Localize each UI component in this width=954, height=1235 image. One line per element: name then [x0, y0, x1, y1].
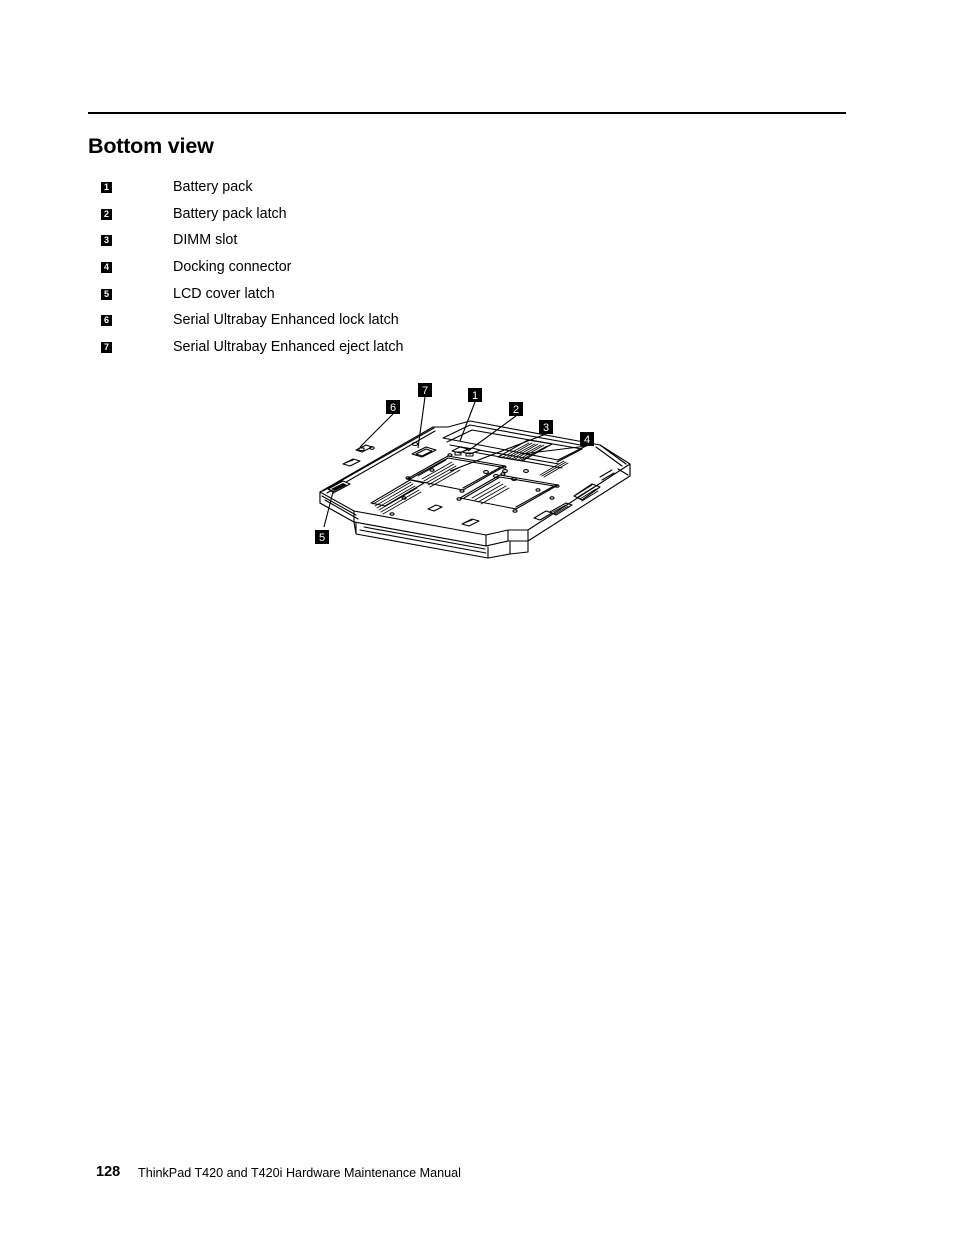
callout-badge-5: 5: [101, 288, 112, 300]
figure-callout-number: 4: [584, 434, 590, 446]
legend-item-label: Battery pack latch: [173, 205, 287, 222]
figure-callout-4: 4: [580, 432, 594, 446]
bottom-view-figure: 7 1 6 2 3 4 5: [300, 372, 650, 612]
list-item: 3 DIMM slot: [101, 232, 661, 261]
list-item: 6 Serial Ultrabay Enhanced lock latch: [101, 312, 661, 341]
figure-callout-3: 3: [539, 420, 553, 434]
legend-item-label: Battery pack: [173, 179, 253, 195]
list-item: 4 Docking connector: [101, 259, 661, 288]
list-item: 5 LCD cover latch: [101, 285, 661, 315]
list-item: 2 Battery pack latch: [101, 205, 661, 235]
figure-callout-5: 5: [315, 530, 329, 544]
legend-item-label: Serial Ultrabay Enhanced eject latch: [173, 339, 404, 356]
callout-badge-3: 3: [101, 235, 112, 247]
figure-callout-7: 7: [418, 383, 432, 397]
legend-item-label: Serial Ultrabay Enhanced lock latch: [173, 312, 399, 329]
callout-badge-1: 1: [101, 182, 112, 193]
legend-list: 1 Battery pack 2 Battery pack latch 3 DI…: [101, 179, 661, 368]
callout-badge-6: 6: [101, 315, 112, 327]
callout-badge-7: 7: [101, 342, 112, 354]
header-rule: [88, 112, 846, 114]
figure-callout-1: 1: [468, 388, 482, 402]
footer-manual-title: ThinkPad T420 and T420i Hardware Mainten…: [138, 1166, 461, 1180]
manual-page: Bottom view 1 Battery pack 2 Battery pac…: [0, 0, 954, 1235]
legend-item-label: Docking connector: [173, 259, 292, 276]
callout-badge-2: 2: [101, 208, 112, 220]
figure-callout-number: 1: [472, 390, 478, 402]
figure-callout-number: 7: [422, 385, 428, 397]
figure-callout-number: 2: [513, 404, 519, 416]
figure-callout-number: 6: [390, 402, 396, 414]
callout-badge-4: 4: [101, 262, 112, 274]
figure-callout-number: 5: [319, 532, 325, 544]
figure-callout-2: 2: [509, 402, 523, 416]
legend-item-label: LCD cover latch: [173, 285, 275, 302]
legend-item-label: DIMM slot: [173, 232, 238, 249]
figure-callout-6: 6: [386, 400, 400, 414]
footer-page-number: 128: [96, 1164, 121, 1180]
laptop-bottom-line-art: 7 1 6 2 3 4 5: [315, 383, 631, 559]
page-title: Bottom view: [88, 134, 214, 159]
list-item: 1 Battery pack: [101, 179, 661, 208]
figure-callout-number: 3: [543, 422, 549, 434]
list-item: 7 Serial Ultrabay Enhanced eject latch: [101, 339, 661, 368]
